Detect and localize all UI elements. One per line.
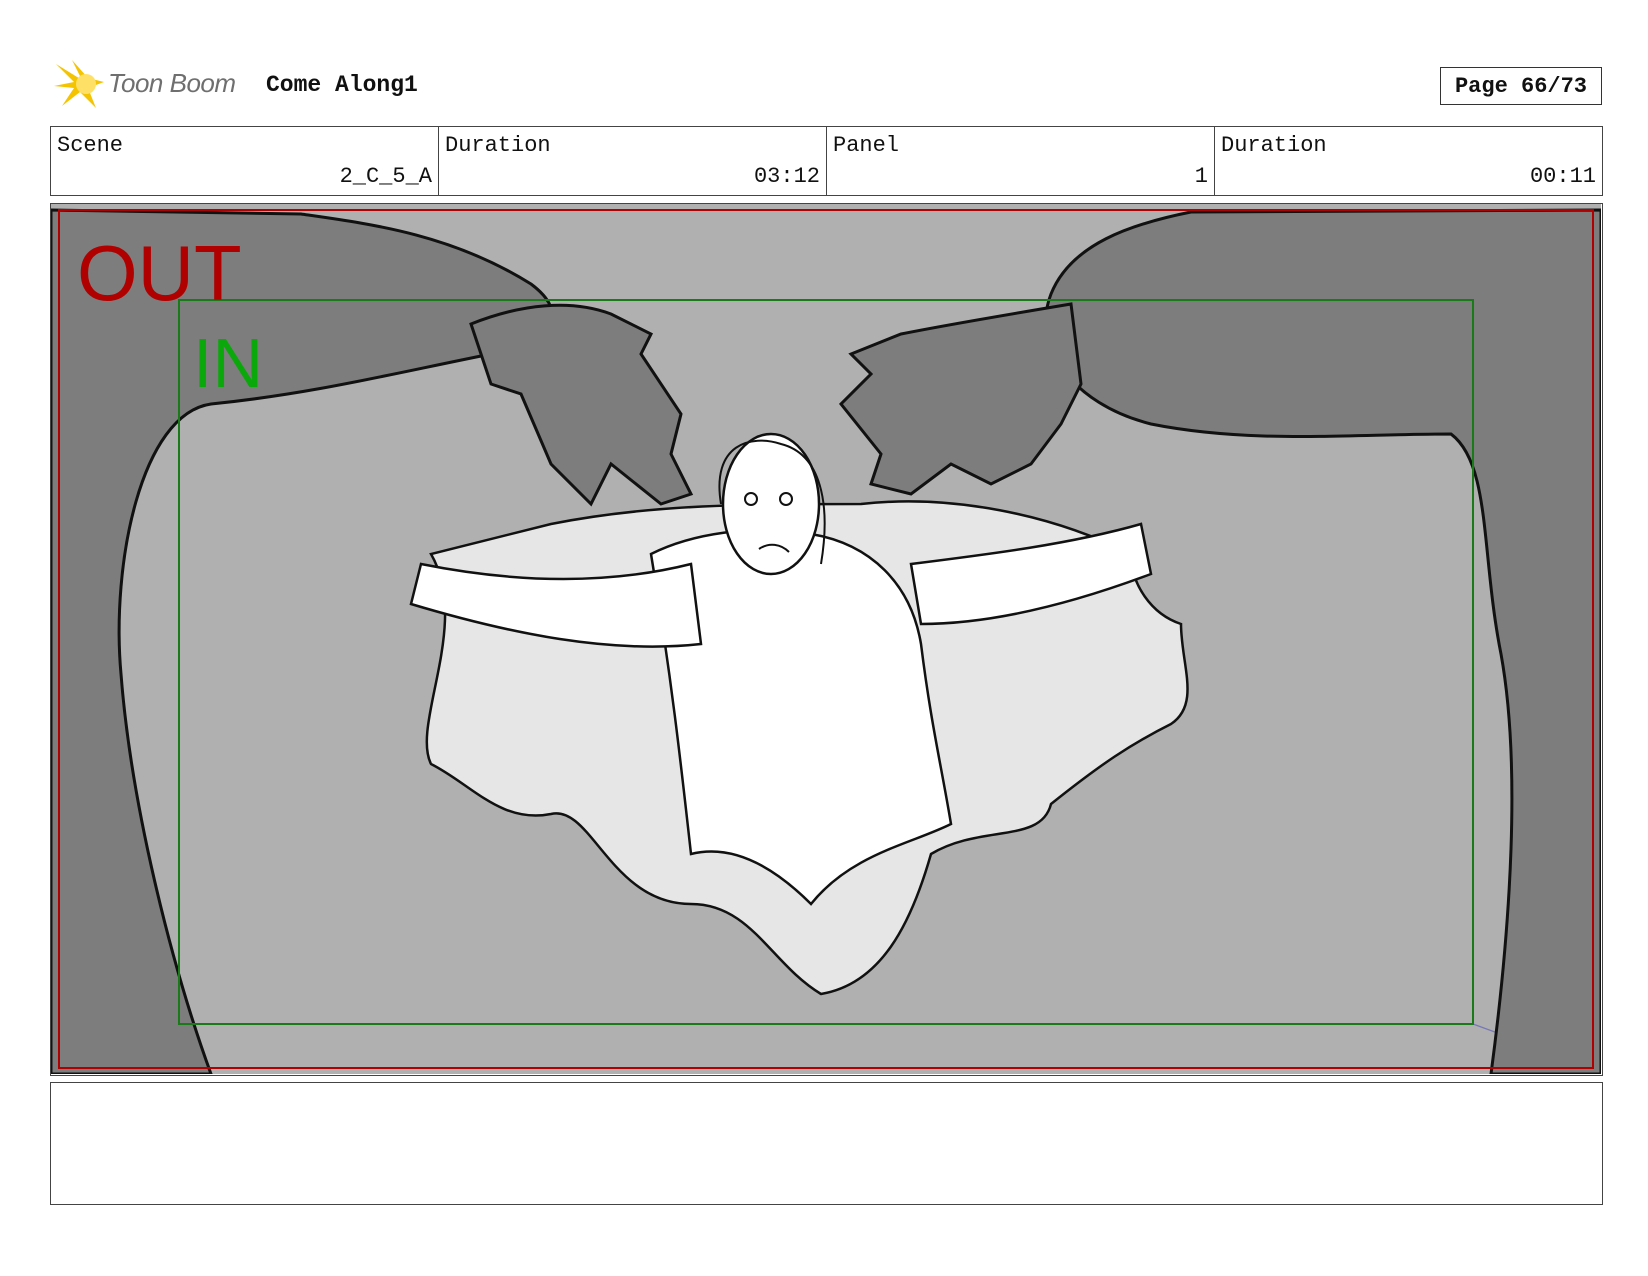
scene-cell: Scene 2_C_5_A xyxy=(51,127,439,195)
character-head xyxy=(721,432,821,576)
page-indicator: Page 66/73 xyxy=(1440,67,1602,105)
out-frame-label: OUT xyxy=(77,229,242,317)
panel-cell: Panel 1 xyxy=(827,127,1215,195)
scene-duration-value: 03:12 xyxy=(753,164,820,189)
panel-duration-label: Duration xyxy=(1221,133,1327,158)
in-frame-label: IN xyxy=(193,324,263,402)
scene-duration-cell: Duration 03:12 xyxy=(439,127,827,195)
panel-duration-cell: Duration 00:11 xyxy=(1215,127,1602,195)
logo-text: Toon Boom xyxy=(108,68,236,98)
panel-notes-box[interactable] xyxy=(50,1082,1603,1205)
scene-value: 2_C_5_A xyxy=(339,164,432,189)
scene-label: Scene xyxy=(57,133,124,158)
panel-label: Panel xyxy=(833,133,900,158)
storyboard-panel: OUT IN xyxy=(50,203,1603,1076)
project-title: Come Along1 xyxy=(266,72,418,98)
starburst-icon xyxy=(54,60,104,108)
panel-value: 1 xyxy=(1194,164,1208,189)
toon-boom-logo: Toon Boom xyxy=(52,58,252,112)
panel-duration-value: 00:11 xyxy=(1529,164,1596,189)
panel-info-table: Scene 2_C_5_A Duration 03:12 Panel 1 Dur… xyxy=(50,126,1603,196)
scene-duration-label: Duration xyxy=(445,133,551,158)
panel-sketch xyxy=(51,204,1601,1074)
